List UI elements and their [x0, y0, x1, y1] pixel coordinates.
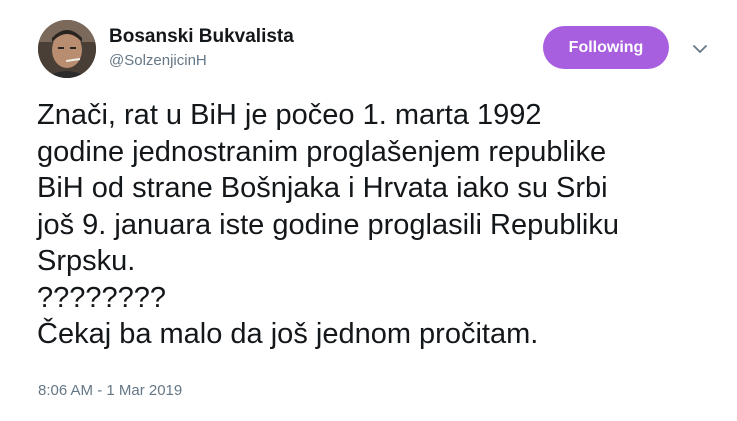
avatar[interactable] [38, 20, 96, 78]
tweet-text: Znači, rat u BiH je počeo 1. marta 1992 … [37, 99, 619, 350]
user-avatar-photo-icon [38, 20, 96, 78]
more-options-button[interactable] [689, 38, 711, 60]
tweet-card: Bosanski Bukvalista @SolzenjicinH Follow… [0, 0, 737, 421]
user-handle[interactable]: @SolzenjicinH [109, 51, 207, 71]
following-button[interactable]: Following [543, 26, 669, 69]
display-name[interactable]: Bosanski Bukvalista [109, 25, 294, 49]
chevron-down-icon [693, 45, 707, 53]
tweet-timestamp[interactable]: 8:06 AM - 1 Mar 2019 [38, 381, 182, 401]
